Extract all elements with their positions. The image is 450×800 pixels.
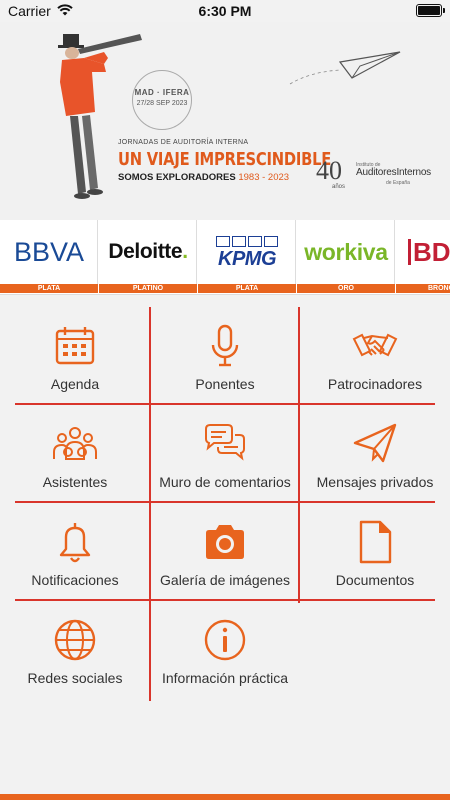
menu-label: Información práctica xyxy=(161,670,289,686)
logo-anos: años xyxy=(332,184,346,190)
menu-label: Galería de imágenes xyxy=(160,572,290,588)
sponsor-level: PLATA xyxy=(198,284,296,293)
main-menu-grid: Agenda Ponentes Patrocinadores Asistente… xyxy=(0,305,450,715)
info-icon xyxy=(202,617,248,663)
deloitte-logo: Deloitte. xyxy=(108,240,188,263)
institute-logo: 40 años Instituto de AuditoresInternos d… xyxy=(316,156,431,196)
event-banner: MAD · IFERA 27/28 SEP 2023 JORNADAS DE A… xyxy=(0,22,450,220)
menu-asistentes[interactable]: Asistentes xyxy=(0,403,150,501)
banner-subtitle-text: SOMOS EXPLORADORES xyxy=(118,172,236,183)
menu-label: Muro de comentarios xyxy=(159,474,291,490)
menu-label: Redes sociales xyxy=(27,670,123,686)
workiva-logo: workiva xyxy=(304,238,388,265)
sponsor-level: BRONCE xyxy=(396,284,450,293)
banner-subtitle: SOMOS EXPLORADORES 1983 - 2023 xyxy=(118,172,289,183)
bell-icon xyxy=(52,519,98,565)
sponsor-kpmg[interactable]: KPMG PLATA xyxy=(198,220,296,294)
menu-info[interactable]: Información práctica xyxy=(150,599,300,697)
sponsor-deloitte[interactable]: Deloitte. PLATINO xyxy=(99,220,197,294)
sponsor-workiva[interactable]: workiva ORO xyxy=(297,220,395,294)
document-icon xyxy=(352,519,398,565)
stamp-date: 27/28 SEP 2023 xyxy=(136,100,188,107)
menu-label: Agenda xyxy=(50,376,100,392)
logo-country: de España xyxy=(386,180,410,186)
sponsor-level: ORO xyxy=(297,284,395,293)
menu-galeria[interactable]: Galería de imágenes xyxy=(150,501,300,599)
date-stamp: MAD · IFERA 27/28 SEP 2023 xyxy=(132,70,192,130)
banner-title: UN VIAJE IMPRESCINDIBLE xyxy=(118,149,332,170)
logo-name: AuditoresInternos xyxy=(356,167,431,178)
menu-mensajes[interactable]: Mensajes privados xyxy=(300,403,450,501)
menu-muro[interactable]: Muro de comentarios xyxy=(150,403,300,501)
sponsor-level: PLATINO xyxy=(99,284,197,293)
bottom-accent-bar xyxy=(0,794,450,800)
microphone-icon xyxy=(202,323,248,369)
app-screen: Carrier 6:30 PM MAD · IFERA 27/28 SEP 20… xyxy=(0,0,450,800)
globe-icon xyxy=(52,617,98,663)
menu-agenda[interactable]: Agenda xyxy=(0,305,150,403)
menu-label: Documentos xyxy=(335,572,415,588)
calendar-icon xyxy=(52,323,98,369)
chat-bubbles-icon xyxy=(202,421,248,467)
status-bar: Carrier 6:30 PM xyxy=(0,0,450,22)
menu-label: Notificaciones xyxy=(31,572,119,588)
clock: 6:30 PM xyxy=(198,3,252,19)
menu-label: Patrocinadores xyxy=(327,376,423,392)
bbva-logo: BBVA xyxy=(13,236,85,267)
banner-kicker: JORNADAS DE AUDITORÍA INTERNA xyxy=(118,139,249,146)
handshake-icon xyxy=(352,323,398,369)
menu-label: Ponentes xyxy=(195,376,255,392)
banner-years: 1983 - 2023 xyxy=(238,172,290,183)
people-group-icon xyxy=(52,421,98,467)
bdo-logo: BDO xyxy=(413,236,450,267)
paper-plane-icon xyxy=(352,421,398,467)
sponsor-bdo[interactable]: BDO BRONCE xyxy=(396,220,450,294)
menu-redes[interactable]: Redes sociales xyxy=(0,599,150,697)
stamp-location: MAD · IFERA xyxy=(134,88,190,97)
menu-documentos[interactable]: Documentos xyxy=(300,501,450,599)
camera-icon xyxy=(202,519,248,565)
menu-patrocinadores[interactable]: Patrocinadores xyxy=(300,305,450,403)
sponsors-carousel[interactable]: BBVA PLATA Deloitte. PLATINO KPMG PLATA … xyxy=(0,220,450,294)
menu-label: Asistentes xyxy=(42,474,108,490)
kpmg-logo: KPMG xyxy=(216,235,278,269)
logo-number: 40 xyxy=(316,156,342,185)
battery-icon xyxy=(416,4,445,17)
menu-ponentes[interactable]: Ponentes xyxy=(150,305,300,403)
sponsor-level: PLATA xyxy=(0,284,98,293)
sponsor-bbva[interactable]: BBVA PLATA xyxy=(0,220,98,294)
menu-label: Mensajes privados xyxy=(316,474,434,490)
menu-notificaciones[interactable]: Notificaciones xyxy=(0,501,150,599)
